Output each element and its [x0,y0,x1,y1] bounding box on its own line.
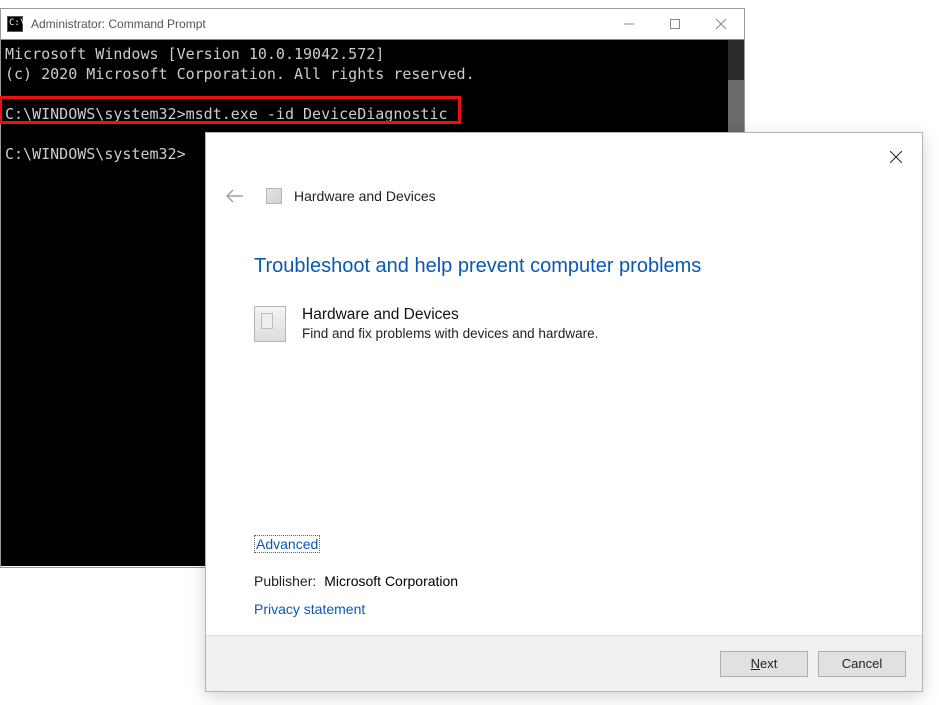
cmd-line: (c) 2020 Microsoft Corporation. All righ… [5,65,475,83]
cmd-line: Microsoft Windows [Version 10.0.19042.57… [5,45,384,63]
privacy-link[interactable]: Privacy statement [254,601,365,617]
minimize-icon [624,19,634,29]
close-button[interactable] [880,141,912,173]
troubleshooter-window: Hardware and Devices Troubleshoot and he… [205,132,923,692]
close-button[interactable] [698,9,744,39]
maximize-button[interactable] [652,9,698,39]
wizard-icon [266,188,282,204]
hardware-icon [254,306,286,342]
troubleshooter-content: Troubleshoot and help prevent computer p… [206,219,922,535]
close-icon [890,151,902,163]
back-button[interactable] [222,183,248,209]
troubleshooter-footer: Next Cancel [206,635,922,691]
cmd-app-icon: C:\ [7,16,23,32]
troubleshooter-item-desc: Find and fix problems with devices and h… [302,326,598,341]
troubleshooter-header-title: Hardware and Devices [294,188,436,204]
back-arrow-icon [225,188,245,204]
advanced-link[interactable]: Advanced [254,535,320,553]
cancel-button[interactable]: Cancel [818,651,906,677]
cmd-titlebar[interactable]: C:\ Administrator: Command Prompt [1,9,744,39]
next-label-underline: N [751,656,760,671]
cmd-title: Administrator: Command Prompt [31,17,206,31]
next-button[interactable]: Next [720,651,808,677]
troubleshooter-links: Advanced Publisher: Microsoft Corporation… [206,535,922,617]
cmd-prompt: C:\WINDOWS\system32> [5,105,186,123]
troubleshooter-header: Hardware and Devices [206,133,922,219]
maximize-icon [670,19,680,29]
close-icon [716,19,726,29]
troubleshooter-heading: Troubleshoot and help prevent computer p… [254,255,874,278]
cmd-window-controls [606,9,744,39]
cmd-scrollbar-thumb[interactable] [728,80,744,138]
publisher-label: Publisher: [254,573,316,589]
troubleshooter-item: Hardware and Devices Find and fix proble… [254,306,874,342]
troubleshooter-item-title: Hardware and Devices [302,306,598,324]
cmd-prompt: C:\WINDOWS\system32> [5,145,186,163]
minimize-button[interactable] [606,9,652,39]
publisher-row: Publisher: Microsoft Corporation [254,573,874,589]
cmd-command: msdt.exe -id DeviceDiagnostic [186,105,448,123]
publisher-value: Microsoft Corporation [324,573,458,589]
next-label-post: ext [760,656,777,671]
